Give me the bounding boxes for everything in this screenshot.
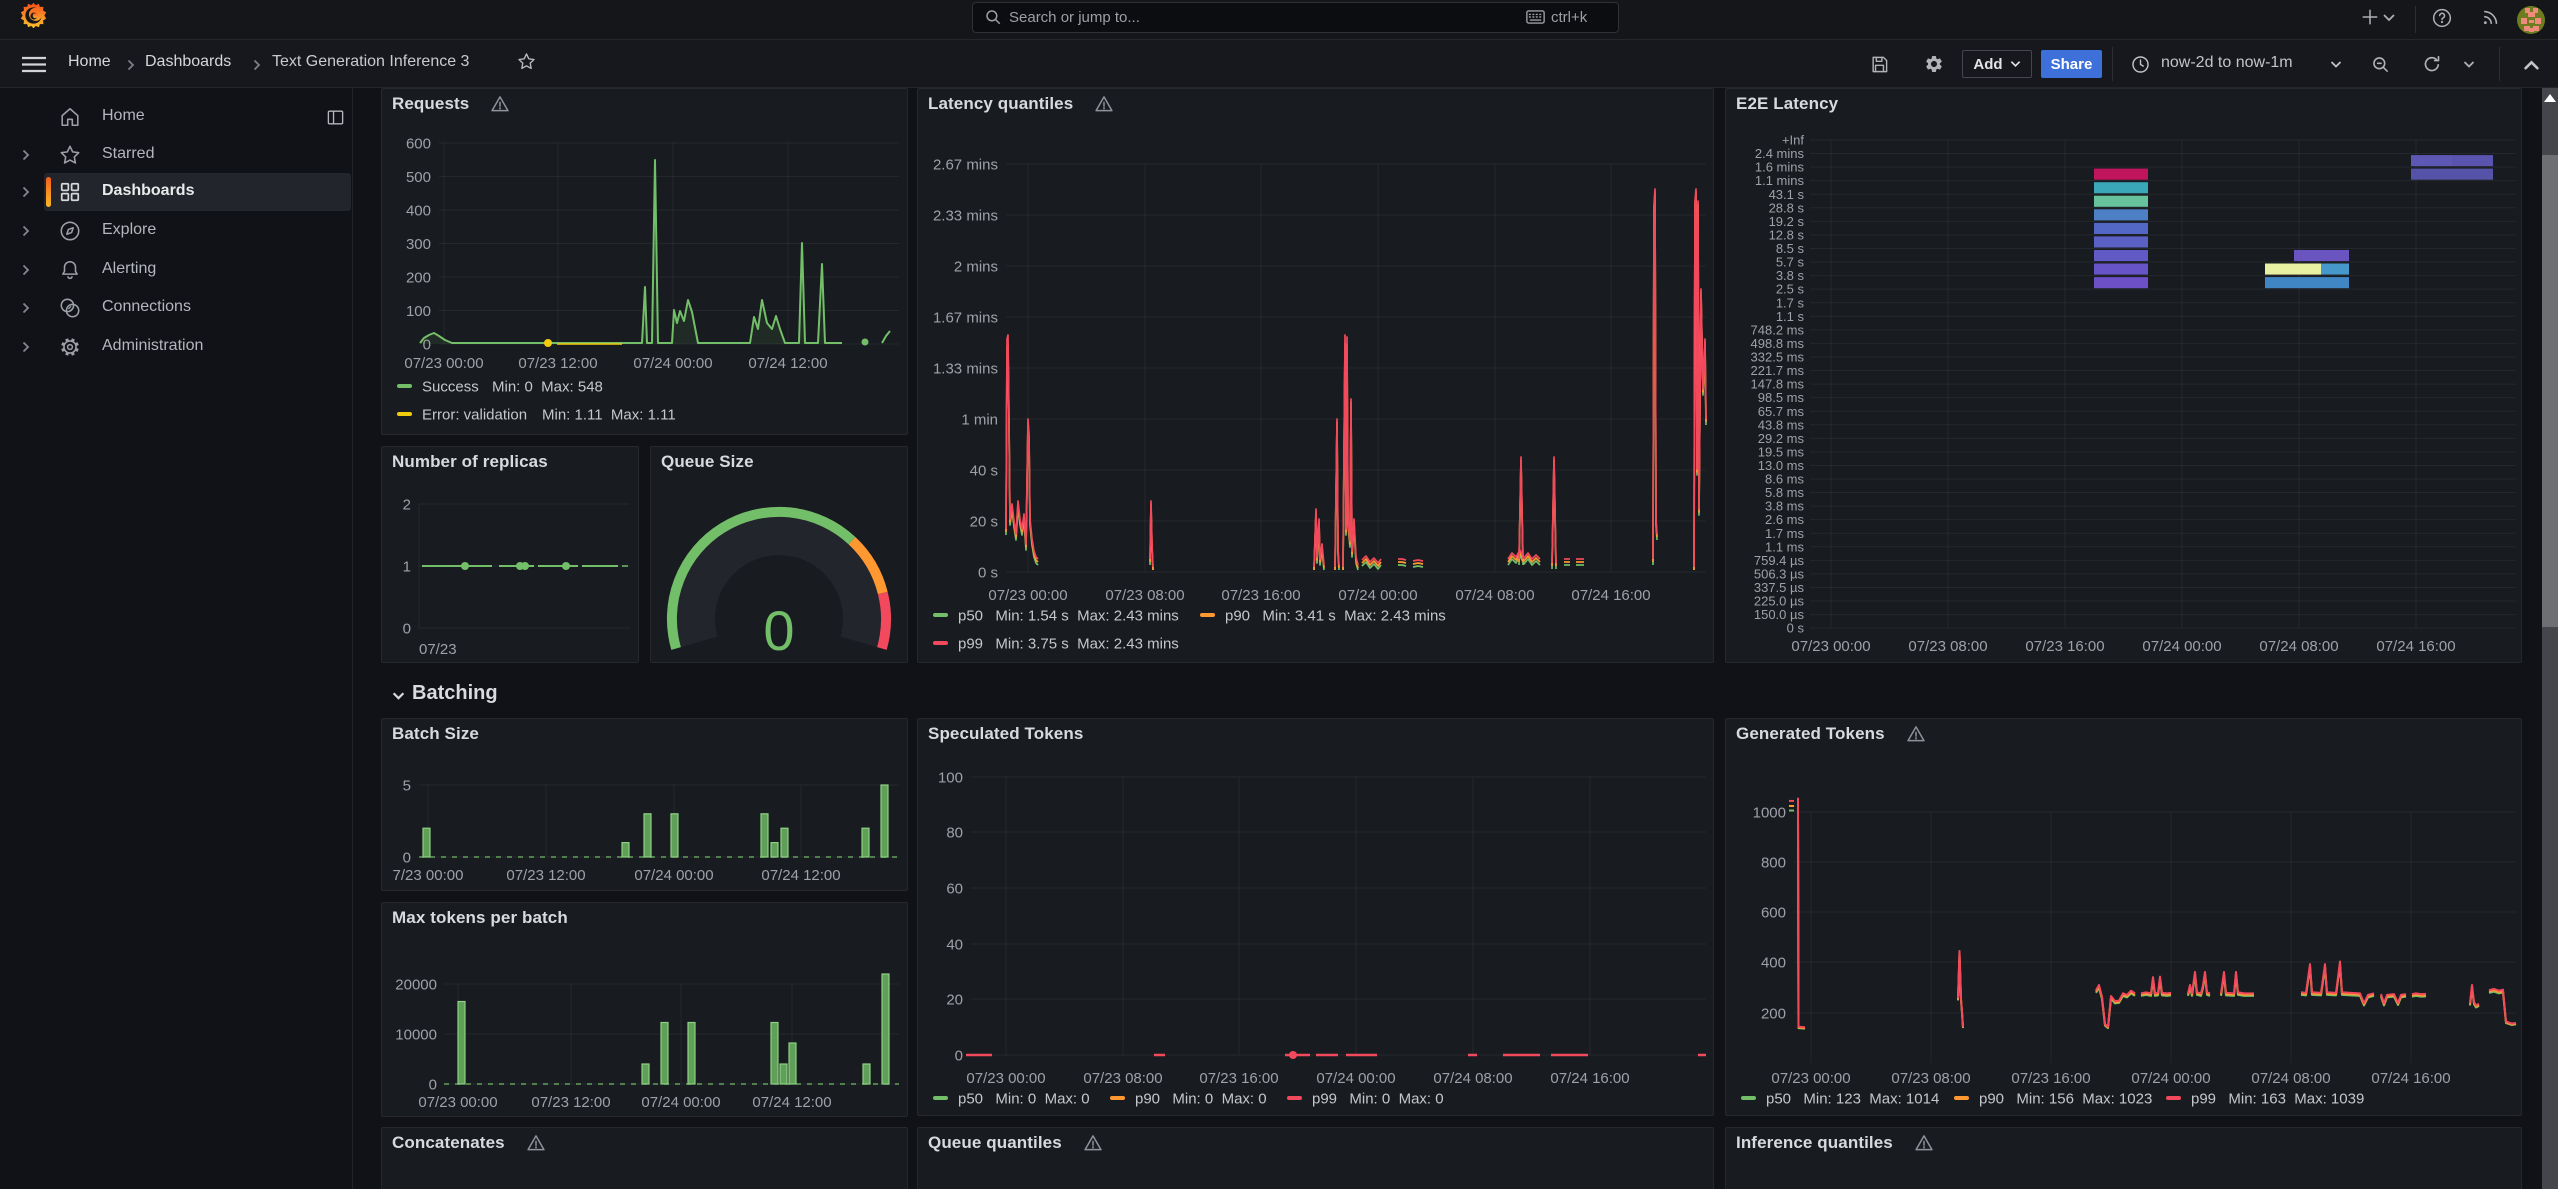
svg-text:p50: p50 [1766,1090,1791,1107]
svg-text:07/23 16:00: 07/23 16:00 [2011,1070,2090,1087]
svg-text:07/24 00:00: 07/24 00:00 [2142,638,2221,655]
svg-text:Min: 0 Max: 0: Min: 0 Max: 0 [1172,1090,1266,1107]
svg-text:07/23 16:00: 07/23 16:00 [1221,587,1300,604]
svg-text:1: 1 [403,558,411,575]
svg-text:0: 0 [403,620,411,637]
svg-text:07/23 08:00: 07/23 08:00 [1083,1070,1162,1087]
svg-text:0: 0 [403,849,411,866]
svg-text:800: 800 [1761,854,1786,871]
svg-text:07/24 00:00: 07/24 00:00 [1338,587,1417,604]
svg-text:Min: 163 Max: 1039: Min: 163 Max: 1039 [2228,1090,2364,1107]
svg-text:p90: p90 [1225,607,1250,624]
svg-text:Success: Success [422,378,479,395]
svg-text:1.67 mins: 1.67 mins [933,309,998,326]
svg-text:p99: p99 [1312,1090,1337,1107]
svg-text:07/23 00:00: 07/23 00:00 [988,587,1067,604]
svg-text:0 s: 0 s [1787,621,1805,636]
svg-text:100: 100 [406,303,431,320]
svg-text:Min: 3.75 s Max: 2.43 mins: Min: 3.75 s Max: 2.43 mins [995,635,1178,652]
svg-text:07/23: 07/23 [419,641,457,658]
svg-text:1.33 mins: 1.33 mins [933,360,998,377]
svg-text:2: 2 [403,496,411,513]
svg-text:Min: 0 Max: 548: Min: 0 Max: 548 [492,378,603,395]
svg-text:60: 60 [946,880,963,897]
svg-text:Min: 0 Max: 0: Min: 0 Max: 0 [995,1090,1089,1107]
svg-text:Min: 123 Max: 1014: Min: 123 Max: 1014 [1803,1090,1939,1107]
svg-text:20: 20 [946,991,963,1008]
svg-text:07/24 00:00: 07/24 00:00 [633,355,712,372]
svg-text:p50: p50 [958,1090,983,1107]
svg-text:Min: 1.54 s Max: 2.43 mins: Min: 1.54 s Max: 2.43 mins [995,607,1178,624]
svg-text:p99: p99 [2191,1090,2216,1107]
svg-text:Min: 1.11 Max: 1.11: Min: 1.11 Max: 1.11 [542,406,676,423]
svg-text:20 s: 20 s [970,513,998,530]
svg-text:20000: 20000 [395,976,437,993]
svg-text:2.33 mins: 2.33 mins [933,207,998,224]
svg-text:07/24 16:00: 07/24 16:00 [1550,1070,1629,1087]
svg-text:10000: 10000 [395,1026,437,1043]
svg-text:1000: 1000 [1753,804,1786,821]
svg-text:07/24 12:00: 07/24 12:00 [761,867,840,884]
svg-text:0: 0 [429,1076,437,1093]
svg-text:07/23 08:00: 07/23 08:00 [1105,587,1184,604]
svg-text:07/23 00:00: 07/23 00:00 [1771,1070,1850,1087]
svg-text:0 s: 0 s [978,564,998,581]
svg-text:07/23 08:00: 07/23 08:00 [1908,638,1987,655]
svg-text:07/24 08:00: 07/24 08:00 [1455,587,1534,604]
svg-text:1 min: 1 min [961,411,998,428]
svg-text:07/23 12:00: 07/23 12:00 [506,867,585,884]
svg-text:5: 5 [403,777,411,794]
svg-text:p50: p50 [958,607,983,624]
svg-text:07/24 08:00: 07/24 08:00 [1433,1070,1512,1087]
svg-text:400: 400 [1761,954,1786,971]
svg-text:07/24 16:00: 07/24 16:00 [2376,638,2455,655]
svg-text:100: 100 [938,769,963,786]
svg-text:80: 80 [946,824,963,841]
svg-text:300: 300 [406,236,431,253]
svg-text:Min: 0 Max: 0: Min: 0 Max: 0 [1349,1090,1443,1107]
svg-text:07/24 08:00: 07/24 08:00 [2251,1070,2330,1087]
svg-text:07/23 12:00: 07/23 12:00 [531,1094,610,1111]
svg-text:07/23 00:00: 07/23 00:00 [404,355,483,372]
svg-text:07/24 12:00: 07/24 12:00 [748,355,827,372]
svg-text:07/24 00:00: 07/24 00:00 [634,867,713,884]
svg-text:p90: p90 [1135,1090,1160,1107]
svg-text:Min: 3.41 s Max: 2.43 mins: Min: 3.41 s Max: 2.43 mins [1262,607,1445,624]
svg-text:07/23 16:00: 07/23 16:00 [2025,638,2104,655]
svg-text:07/24 08:00: 07/24 08:00 [2259,638,2338,655]
svg-text:40: 40 [946,936,963,953]
svg-text:7/23 00:00: 7/23 00:00 [393,867,464,884]
svg-text:500: 500 [406,169,431,186]
svg-text:07/24 00:00: 07/24 00:00 [641,1094,720,1111]
svg-text:07/23 00:00: 07/23 00:00 [966,1070,1045,1087]
svg-text:40 s: 40 s [970,462,998,479]
svg-text:400: 400 [406,202,431,219]
svg-text:200: 200 [1761,1005,1786,1022]
svg-text:p99: p99 [958,635,983,652]
svg-text:200: 200 [406,269,431,286]
svg-text:2.67 mins: 2.67 mins [933,156,998,173]
svg-text:0: 0 [955,1047,963,1064]
svg-text:0: 0 [763,599,794,662]
svg-text:p90: p90 [1979,1090,2004,1107]
svg-text:Error: validation: Error: validation [422,406,527,423]
svg-text:07/23 00:00: 07/23 00:00 [1791,638,1870,655]
svg-text:07/23 08:00: 07/23 08:00 [1891,1070,1970,1087]
svg-text:07/24 16:00: 07/24 16:00 [2371,1070,2450,1087]
svg-text:07/24 00:00: 07/24 00:00 [2131,1070,2210,1087]
svg-text:2 mins: 2 mins [954,258,998,275]
svg-text:600: 600 [1761,904,1786,921]
svg-text:07/24 12:00: 07/24 12:00 [752,1094,831,1111]
svg-text:07/24 16:00: 07/24 16:00 [1571,587,1650,604]
svg-text:07/24 00:00: 07/24 00:00 [1316,1070,1395,1087]
svg-text:07/23 00:00: 07/23 00:00 [418,1094,497,1111]
svg-text:07/23 16:00: 07/23 16:00 [1199,1070,1278,1087]
svg-text:600: 600 [406,135,431,152]
svg-text:Min: 156 Max: 1023: Min: 156 Max: 1023 [2016,1090,2152,1107]
svg-text:07/23 12:00: 07/23 12:00 [518,355,597,372]
